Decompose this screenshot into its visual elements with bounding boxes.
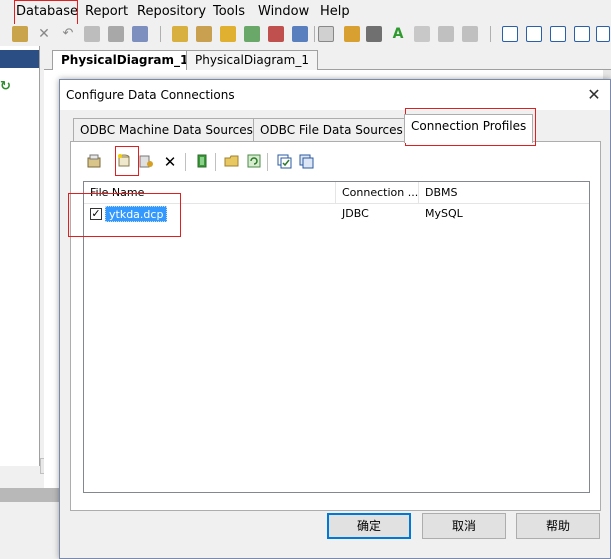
tab-odbc-file-data-sources[interactable]: ODBC File Data Sources (253, 118, 410, 142)
copy-icon[interactable] (297, 153, 315, 171)
layout-2-icon[interactable] (526, 26, 542, 42)
browser-header (0, 50, 39, 68)
layout-4-icon[interactable] (574, 26, 590, 42)
properties-icon[interactable] (108, 26, 124, 42)
help-button[interactable]: 帮助 (516, 513, 600, 539)
layout-icon[interactable] (502, 26, 518, 42)
cancel-button[interactable]: 取消 (422, 513, 506, 539)
tab-physical-diagram-active[interactable]: PhysicalDiagram_1 (52, 50, 198, 70)
tab-physical-diagram[interactable]: PhysicalDiagram_1 (186, 50, 318, 70)
menu-report[interactable]: Report (85, 4, 128, 20)
redo-icon[interactable] (84, 26, 100, 42)
profiles-toolbar: ✕ (81, 151, 591, 173)
object-browser-panel: ↻ (0, 46, 40, 466)
menu-repository[interactable]: Repository (137, 4, 206, 20)
brush-icon[interactable] (366, 26, 382, 42)
toolbar-separator (267, 153, 268, 171)
generate-icon[interactable] (244, 26, 260, 42)
test-connection-icon[interactable] (193, 153, 211, 171)
configure-data-connections-dialog: Configure Data Connections ✕ ODBC Machin… (59, 79, 611, 559)
pencil-icon[interactable] (344, 26, 360, 42)
dialog-title: Configure Data Connections (66, 88, 235, 102)
paste-icon[interactable] (12, 26, 28, 42)
tab-connection-profiles[interactable]: Connection Profiles (404, 114, 534, 143)
folder-icon[interactable] (172, 26, 188, 42)
layout-3-icon[interactable] (550, 26, 566, 42)
tab-odbc-machine-data-sources[interactable]: ODBC Machine Data Sources (73, 118, 260, 142)
properties-icon[interactable] (85, 153, 103, 171)
open-folder-icon[interactable] (223, 153, 241, 171)
ok-button[interactable]: 确定 (327, 513, 411, 539)
menu-help[interactable]: Help (320, 4, 350, 20)
model-icon[interactable] (132, 26, 148, 42)
toolbar-separator (215, 153, 216, 171)
row-dbms: MySQL (425, 207, 463, 220)
compare-icon[interactable] (292, 26, 308, 42)
main-toolbar: ✕ ↶ A (0, 24, 611, 46)
add-profile-icon[interactable] (137, 153, 155, 171)
menu-window[interactable]: Window (258, 4, 309, 20)
refresh-icon[interactable] (245, 153, 263, 171)
forward-icon[interactable] (462, 26, 478, 42)
annotation-box-profile-row (68, 193, 181, 237)
column-header-dbms[interactable]: DBMS (419, 182, 589, 204)
menu-tools[interactable]: Tools (213, 4, 245, 20)
check-all-icon[interactable] (275, 153, 293, 171)
layout-5-icon[interactable] (596, 26, 610, 42)
align-icon[interactable] (414, 26, 430, 42)
dialog-title-bar: Configure Data Connections ✕ (60, 80, 610, 110)
toolbar-separator (314, 26, 315, 42)
package-icon[interactable] (196, 26, 212, 42)
annotation-box-new-profile (115, 146, 139, 176)
table-icon[interactable] (318, 26, 334, 42)
dialog-tab-strip: ODBC Machine Data Sources ODBC File Data… (70, 112, 600, 143)
menu-bar: Database Report Repository Tools Window … (0, 0, 611, 24)
toolbar-separator (185, 153, 186, 171)
refresh-icon[interactable]: ↻ (0, 80, 14, 94)
toolbar-separator (160, 26, 161, 42)
close-icon[interactable]: ✕ (582, 83, 606, 107)
lock-icon[interactable] (220, 26, 236, 42)
toolbar-separator (490, 26, 491, 42)
text-icon[interactable]: A (390, 26, 406, 42)
back-icon[interactable] (438, 26, 454, 42)
row-connection: JDBC (342, 207, 369, 220)
check-model-icon[interactable] (268, 26, 284, 42)
document-tab-strip: PhysicalDiagram_1 PhysicalDiagram_1 (44, 48, 611, 70)
delete-icon[interactable]: ✕ (161, 153, 179, 171)
column-header-connection[interactable]: Connection ... (336, 182, 419, 204)
delete-icon[interactable]: ✕ (36, 26, 52, 42)
undo-icon[interactable]: ↶ (60, 26, 76, 42)
